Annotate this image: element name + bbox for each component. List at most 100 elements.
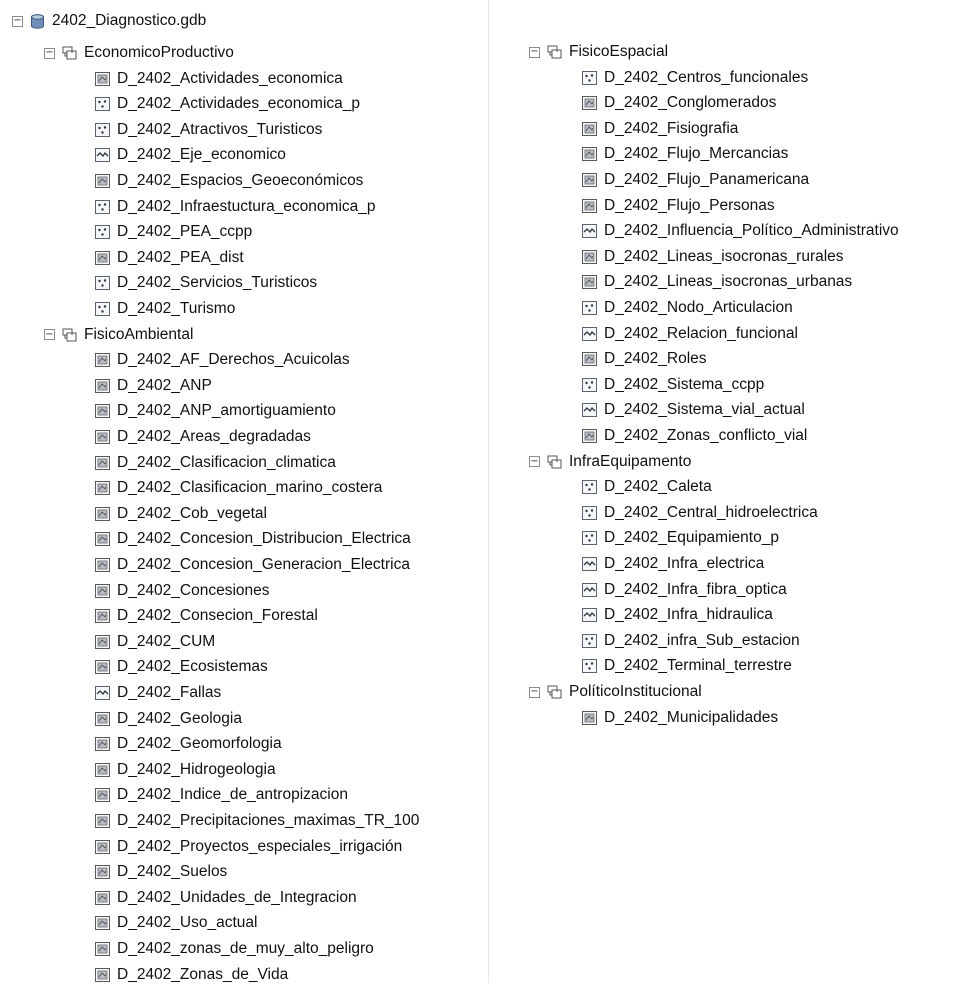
feature-class-item[interactable]: D_2402_Zonas_conflicto_vial xyxy=(582,424,807,448)
feature-dataset-economicoproductivo[interactable]: − EconomicoProductivo xyxy=(44,41,234,65)
feature-class-label: D_2402_Geomorfologia xyxy=(117,735,282,753)
feature-class-item[interactable]: D_2402_Lineas_isocronas_rurales xyxy=(582,245,844,269)
feature-class-label: D_2402_Infra_hidraulica xyxy=(604,606,773,624)
feature-class-item[interactable]: D_2402_Areas_degradadas xyxy=(95,425,311,449)
feature-class-item[interactable]: D_2402_Concesion_Generacion_Electrica xyxy=(95,553,410,577)
feature-class-item[interactable]: D_2402_Infra_hidraulica xyxy=(582,603,773,627)
collapse-toggle[interactable]: − xyxy=(44,329,55,341)
feature-class-item[interactable]: D_2402_Infra_fibra_optica xyxy=(582,578,787,602)
feature-class-item[interactable]: D_2402_Geomorfologia xyxy=(95,732,282,756)
feature-class-item[interactable]: D_2402_Clasificacion_marino_costera xyxy=(95,476,382,500)
feature-class-item[interactable]: D_2402_PEA_ccpp xyxy=(95,220,252,244)
polygon-icon xyxy=(582,710,597,725)
feature-class-item[interactable]: D_2402_Caleta xyxy=(582,475,712,499)
feature-class-item[interactable]: D_2402_Infraestuctura_economica_p xyxy=(95,195,376,219)
feature-class-item[interactable]: D_2402_Actividades_economica xyxy=(95,67,343,91)
line-icon xyxy=(582,403,597,418)
polygon-icon xyxy=(95,967,110,982)
feature-class-label: D_2402_Cob_vegetal xyxy=(117,504,267,522)
feature-class-label: D_2402_Clasificacion_marino_costera xyxy=(117,479,383,497)
feature-class-item[interactable]: D_2402_Eje_economico xyxy=(95,143,286,167)
feature-class-item[interactable]: D_2402_Equipamiento_p xyxy=(582,526,779,550)
point-icon xyxy=(582,377,597,392)
feature-class-label: D_2402_Infra_electrica xyxy=(604,555,765,572)
feature-class-item[interactable]: D_2402_Indice_de_antropizacion xyxy=(95,783,348,807)
collapse-toggle[interactable]: − xyxy=(44,47,55,59)
feature-class-item[interactable]: D_2402_Hidrogeologia xyxy=(95,758,276,782)
feature-class-item[interactable]: D_2402_Lineas_isocronas_urbanas xyxy=(582,270,852,294)
collapse-toggle[interactable]: − xyxy=(12,15,23,27)
feature-class-item[interactable]: D_2402_Terminal_terrestre xyxy=(582,654,792,678)
line-icon xyxy=(95,148,110,163)
polygon-icon xyxy=(95,174,110,188)
feature-class-item[interactable]: D_2402_Servicios_Turisticos xyxy=(95,271,317,295)
feature-class-item[interactable]: D_2402_Flujo_Personas xyxy=(582,194,775,218)
feature-class-item[interactable]: D_2402_Roles xyxy=(582,347,707,371)
collapse-toggle[interactable]: − xyxy=(529,686,540,698)
point-icon xyxy=(95,122,110,137)
feature-class-item[interactable]: D_2402_infra_Sub_estacion xyxy=(582,629,800,653)
feature-class-item[interactable]: D_2402_Centros_funcionales xyxy=(582,66,808,90)
tree-root-geodatabase[interactable]: − 2402_Diagnostico.gdb xyxy=(12,9,206,33)
feature-class-item[interactable]: D_2402_Actividades_economica_p xyxy=(95,92,360,116)
feature-class-label: D_2402_Zonas_conflicto_vial xyxy=(604,427,808,444)
feature-class-item[interactable]: D_2402_zonas_de_muy_alto_peligro xyxy=(95,937,374,961)
feature-class-item[interactable]: D_2402_Espacios_Geoeconómicos xyxy=(95,169,363,193)
feature-class-item[interactable]: D_2402_Concesiones xyxy=(95,579,270,603)
feature-dataset-fisicoambiental[interactable]: − FisicoAmbiental xyxy=(44,323,193,347)
feature-class-item[interactable]: D_2402_Sistema_ccpp xyxy=(582,373,764,397)
feature-class-item[interactable]: D_2402_Ecosistemas xyxy=(95,655,268,679)
feature-class-item[interactable]: D_2402_Cob_vegetal xyxy=(95,502,267,526)
feature-class-item[interactable]: D_2402_Clasificacion_climatica xyxy=(95,451,336,475)
feature-class-item[interactable]: D_2402_Geologia xyxy=(95,707,242,731)
feature-class-item[interactable]: D_2402_Fallas xyxy=(95,681,221,705)
polygon-icon xyxy=(95,788,110,803)
feature-class-item[interactable]: D_2402_Concesion_Distribucion_Electrica xyxy=(95,527,411,551)
feature-dataset-politicoinstitucional[interactable]: − PolíticoInstitucional xyxy=(529,680,702,704)
feature-class-item[interactable]: D_2402_Uso_actual xyxy=(95,911,257,935)
feature-class-item[interactable]: D_2402_Municipalidades xyxy=(582,706,778,730)
polygon-icon xyxy=(95,737,110,752)
feature-class-item[interactable]: D_2402_Consecion_Forestal xyxy=(95,604,318,628)
collapse-toggle[interactable]: − xyxy=(529,46,540,58)
feature-class-label: D_2402_Flujo_Personas xyxy=(604,196,775,214)
feature-class-label: D_2402_Concesion_Distribucion_Electrica xyxy=(117,530,411,548)
feature-class-item[interactable]: D_2402_Suelos xyxy=(95,860,227,884)
feature-class-label: D_2402_Lineas_isocronas_rurales xyxy=(604,247,844,265)
feature-class-item[interactable]: D_2402_Sistema_vial_actual xyxy=(582,398,805,422)
feature-class-item[interactable]: D_2402_ANP_amortiguamiento xyxy=(95,399,336,423)
polygon-icon xyxy=(95,481,110,496)
point-icon xyxy=(582,480,597,495)
polygon-icon xyxy=(95,378,110,393)
line-icon xyxy=(582,582,597,597)
feature-class-item[interactable]: D_2402_CUM xyxy=(95,630,215,654)
feature-dataset-infraequipamento[interactable]: − InfraEquipamento xyxy=(529,450,691,474)
feature-class-item[interactable]: D_2402_Unidades_de_Integracion xyxy=(95,886,357,910)
polygon-icon xyxy=(95,814,110,828)
feature-class-item[interactable]: D_2402_Precipitaciones_maximas_TR_100 xyxy=(95,809,419,833)
feature-class-item[interactable]: D_2402_Turismo xyxy=(95,297,235,321)
line-icon xyxy=(95,686,110,700)
feature-class-item[interactable]: D_2402_Influencia_Político_Administrativ… xyxy=(582,219,899,243)
feature-class-label: D_2402_Indice_de_antropizacion xyxy=(117,786,348,804)
feature-class-item[interactable]: D_2402_Nodo_Articulacion xyxy=(582,296,793,320)
feature-class-item[interactable]: D_2402_Central_hidroelectrica xyxy=(582,501,818,525)
feature-class-item[interactable]: D_2402_Atractivos_Turisticos xyxy=(95,118,322,142)
collapse-toggle[interactable]: − xyxy=(529,456,540,468)
feature-class-item[interactable]: D_2402_Proyectos_especiales_irrigación xyxy=(95,835,402,859)
feature-class-item[interactable]: D_2402_Fisiografia xyxy=(582,117,738,141)
feature-class-label: D_2402_Eje_economico xyxy=(117,146,286,164)
feature-class-item[interactable]: D_2402_Flujo_Panamericana xyxy=(582,168,809,192)
feature-class-item[interactable]: D_2402_Flujo_Mercancias xyxy=(582,142,788,166)
feature-dataset-fisicoespacial[interactable]: − FisicoEspacial xyxy=(529,40,668,64)
feature-class-label: D_2402_ANP xyxy=(117,376,212,394)
feature-class-item[interactable]: D_2402_ANP xyxy=(95,374,212,398)
feature-class-item[interactable]: D_2402_Infra_electrica xyxy=(582,552,764,576)
feature-class-item[interactable]: D_2402_Relacion_funcional xyxy=(582,322,798,346)
feature-class-item[interactable]: D_2402_PEA_dist xyxy=(95,246,244,270)
feature-dataset-icon xyxy=(547,685,562,699)
feature-class-item[interactable]: D_2402_Conglomerados xyxy=(582,91,776,115)
feature-class-item[interactable]: D_2402_AF_Derechos_Acuicolas xyxy=(95,348,350,372)
polygon-icon xyxy=(95,839,110,854)
polygon-icon xyxy=(95,404,110,419)
